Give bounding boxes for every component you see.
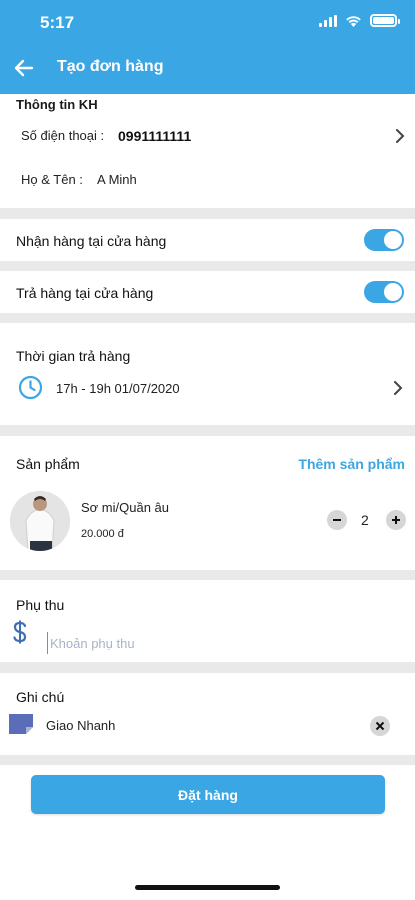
note-value: Giao Nhanh <box>46 718 116 733</box>
signal-icon <box>319 14 337 27</box>
dollar-icon <box>13 620 27 644</box>
battery-icon <box>370 14 400 27</box>
plus-icon <box>392 516 400 524</box>
add-product-link[interactable]: Thêm sản phẩm <box>298 456 405 472</box>
status-icons <box>319 14 400 27</box>
return-label: Trả hàng tại cửa hàng <box>16 285 154 301</box>
product-name: Sơ mi/Quần âu <box>81 500 170 515</box>
chevron-right-icon <box>394 381 403 395</box>
name-label: Họ & Tên : <box>21 172 83 187</box>
phone-value: 0991111111 <box>118 128 192 144</box>
app-header: 5:17 Tạo đơn hàng <box>0 0 415 94</box>
note-icon <box>9 714 33 734</box>
home-indicator[interactable] <box>135 885 280 890</box>
delivery-time-card: Thời gian trả hàng 17h - 19h 01/07/2020 <box>0 323 415 425</box>
page-title: Tạo đơn hàng <box>57 58 164 75</box>
note-card: Ghi chú Giao Nhanh <box>0 673 415 755</box>
pickup-label: Nhận hàng tại cửa hàng <box>16 233 167 249</box>
return-toggle[interactable] <box>364 281 404 303</box>
products-section-title: Sản phẩm <box>16 456 80 472</box>
place-order-button[interactable]: Đặt hàng <box>31 775 385 814</box>
arrow-left-icon <box>14 59 34 77</box>
status-time: 5:17 <box>40 13 75 32</box>
product-quantity: 2 <box>361 512 369 528</box>
phone-row[interactable]: Số điện thoại : 0991111111 <box>0 118 415 158</box>
return-row: Trả hàng tại cửa hàng <box>0 271 415 313</box>
surcharge-card: Phụ thu <box>0 580 415 662</box>
delivery-time-value: 17h - 19h 01/07/2020 <box>56 381 180 396</box>
surcharge-input[interactable] <box>47 632 387 654</box>
note-section-title: Ghi chú <box>16 689 65 705</box>
increase-quantity-button[interactable] <box>386 510 406 530</box>
wifi-icon <box>346 15 361 27</box>
shirt-image-icon <box>10 491 70 551</box>
pickup-toggle[interactable] <box>364 229 404 251</box>
customer-info-card: Thông tin KH Số điện thoại : 0991111111 … <box>0 94 415 208</box>
minus-icon <box>333 519 341 521</box>
back-button[interactable] <box>10 54 38 82</box>
clear-note-button[interactable] <box>370 716 390 736</box>
delivery-time-row[interactable]: 17h - 19h 01/07/2020 <box>0 373 415 405</box>
name-value: A Minh <box>97 172 137 187</box>
phone-label: Số điện thoại : <box>21 128 105 143</box>
close-icon <box>375 721 385 731</box>
product-price: 20.000 đ <box>81 528 124 540</box>
customer-section-title: Thông tin KH <box>16 97 98 112</box>
pickup-row: Nhận hàng tại cửa hàng <box>0 219 415 261</box>
surcharge-section-title: Phụ thu <box>16 597 65 613</box>
products-card: Sản phẩm Thêm sản phẩm Sơ mi/Quần âu 20.… <box>0 436 415 570</box>
clock-icon <box>18 375 43 400</box>
chevron-right-icon <box>396 129 405 143</box>
decrease-quantity-button[interactable] <box>327 510 347 530</box>
product-image <box>10 491 70 551</box>
delivery-section-title: Thời gian trả hàng <box>16 348 131 364</box>
